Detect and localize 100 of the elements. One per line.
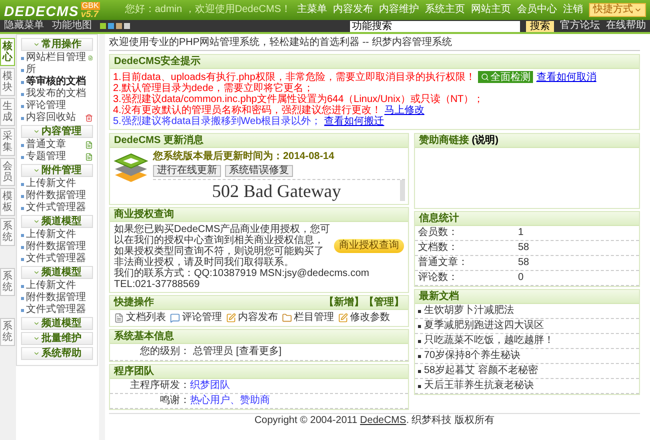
article-link[interactable]: 58岁起暮艾 容颜不老秘密	[424, 365, 538, 377]
hide-menu-button[interactable]: 隐藏菜单	[4, 20, 44, 32]
menu-item-label: 网站栏目管理	[26, 52, 86, 64]
menu-item[interactable]: 评论管理	[21, 100, 93, 112]
chevron-icon	[32, 128, 40, 135]
quick-action[interactable]: 栏目管理	[282, 312, 334, 324]
bullet-icon	[21, 182, 24, 186]
article-link[interactable]: 夏季减肥别跑进这四大误区	[424, 320, 544, 332]
field-label: 您的级别：	[140, 346, 190, 358]
menu-group-header[interactable]: 内容管理	[21, 125, 93, 138]
side-tab[interactable]: 生成	[0, 98, 15, 126]
help-link[interactable]: 马上修改	[384, 105, 424, 116]
menu-item-label: 上传新文件	[26, 178, 76, 190]
bullet-icon	[21, 56, 24, 60]
side-tab[interactable]: 模块	[0, 68, 15, 96]
greeting-text: 您好：admin ，欢迎使用DedeCMS！	[124, 4, 291, 16]
shortcut-dropdown[interactable]: 快捷方式	[589, 3, 646, 17]
stat-value: 0	[518, 272, 524, 284]
stat-value: 58	[518, 242, 530, 254]
document-icon	[85, 141, 93, 149]
bullet-icon	[418, 310, 421, 312]
update-button[interactable]: 系统错误修复	[225, 165, 293, 177]
menu-item[interactable]: 上传新文件	[21, 178, 93, 190]
article-link[interactable]: 只吃蔬菜不吃饭，越吃越胖！	[424, 335, 554, 347]
panel-title: 快捷操作	[114, 296, 154, 308]
article-link[interactable]: 70岁保持8个养生秘诀	[424, 350, 521, 362]
edit-icon	[338, 313, 348, 323]
welcome-text: 欢迎使用专业的PHP网站管理系统，轻松建站的首选利器 -- 织梦内容管理系统	[109, 37, 640, 51]
menu-group-header[interactable]: 批量维护	[21, 332, 93, 345]
search-button[interactable]: 搜索	[526, 20, 554, 32]
menu-group-header[interactable]: 常用操作	[21, 38, 93, 51]
menu-item[interactable]: 所	[21, 64, 93, 76]
menu-item[interactable]: 专题管理	[21, 151, 93, 163]
scan-button[interactable]: 全面检测	[478, 71, 534, 83]
quick-action[interactable]: 评论管理	[170, 312, 222, 324]
panel-title: 信息统计	[419, 212, 459, 224]
panel-action-link[interactable]: 【新增】	[324, 296, 364, 308]
license-query-button[interactable]: 商业授权查询	[334, 239, 404, 253]
search-icon	[481, 73, 490, 81]
menu-item[interactable]: 等审核的文档	[21, 76, 93, 88]
bullet-icon	[21, 234, 24, 236]
quick-action[interactable]: 内容发布	[226, 312, 278, 324]
update-date: 您系统版本最后更新时间为：2014-08-14	[153, 151, 336, 163]
menu-item[interactable]: 附件数据管理	[21, 292, 93, 304]
function-map-button[interactable]: 功能地图	[52, 20, 92, 32]
menu-group-header[interactable]: 附件管理	[21, 164, 93, 177]
menu-item-label: 上传新文件	[26, 280, 76, 292]
menu-item[interactable]: 内容回收站	[21, 112, 93, 124]
menu-item[interactable]: 附件数据管理	[21, 241, 93, 253]
help-link[interactable]: 查看如何搬迁	[324, 116, 384, 127]
menu-item[interactable]: 网站栏目管理	[21, 52, 93, 64]
update-button[interactable]: 进行在线更新	[153, 165, 221, 177]
side-tab[interactable]: 核心	[0, 38, 15, 66]
menu-item[interactable]: 文件式管理器	[21, 202, 93, 214]
side-tab[interactable]: 系统	[0, 318, 15, 346]
security-warning: 3.强烈建议data/common.inc.php文件属性设置为644（Linux/Unix）或只读（NT）；	[113, 94, 484, 105]
menu-item-label: 普通文章	[26, 139, 66, 150]
menu-item[interactable]: 上传新文件	[21, 229, 93, 241]
search-field[interactable]: 功能搜索	[350, 20, 520, 32]
menu-item[interactable]: 文件式管理器	[21, 304, 93, 316]
more-link[interactable]: [查看更多]	[236, 346, 282, 358]
trash-icon	[85, 114, 93, 122]
team-link[interactable]: 热心用户、赞助商	[190, 395, 270, 407]
side-tab[interactable]: 模板	[0, 188, 15, 216]
header-link[interactable]: 官方论坛	[560, 20, 600, 32]
bullet-icon	[21, 144, 24, 146]
menu-group-header[interactable]: 频道模型	[21, 215, 93, 228]
menu-item[interactable]: 普通文章	[21, 139, 93, 151]
scrollbar	[400, 180, 405, 201]
menu-group-header[interactable]: 频道模型	[21, 266, 93, 279]
chevron-icon	[32, 41, 40, 48]
menu-item[interactable]: 文件式管理器	[21, 253, 93, 265]
team-link[interactable]: 织梦团队	[190, 380, 230, 392]
menu-item[interactable]: 附件数据管理	[21, 190, 93, 202]
header-link[interactable]: 在线帮助	[606, 20, 646, 32]
theme-swatches-icon[interactable]	[100, 23, 130, 29]
error-text: 502 Bad Gateway	[211, 180, 342, 200]
panel-action-link[interactable]: 【管理】	[364, 296, 404, 308]
article-link[interactable]: 生饮胡萝卜汁减肥法	[424, 305, 514, 317]
bullet-icon	[418, 340, 421, 342]
bullet-icon	[21, 284, 24, 288]
quick-action[interactable]: 文档列表	[114, 312, 166, 324]
side-tab[interactable]: 采集	[0, 128, 15, 156]
bullet-icon	[418, 384, 421, 388]
bullet-icon	[21, 296, 24, 300]
help-link[interactable]: 查看如何取消	[536, 72, 596, 82]
menu-group-header[interactable]: 系统帮助	[21, 347, 93, 360]
menu-group-header[interactable]: 频道模型	[21, 317, 93, 330]
stat-label: 普通文章：	[418, 257, 469, 269]
menu-item[interactable]: 上传新文件	[21, 280, 93, 292]
field-value: 总管理员	[193, 346, 233, 358]
side-tab[interactable]: 系统	[0, 268, 15, 296]
article-link[interactable]: 天后王菲养生抗衰老秘诀	[424, 380, 534, 392]
menu-item[interactable]: 我发布的文档	[21, 88, 93, 100]
quick-action[interactable]: 修改参数	[338, 312, 390, 324]
side-tab[interactable]: 系统	[0, 218, 15, 246]
menu-item-label: 附件数据管理	[26, 292, 86, 304]
footer-link[interactable]: DedeCMS	[360, 415, 406, 426]
stat-label: 评论数：	[418, 272, 459, 284]
side-tab[interactable]: 会员	[0, 158, 15, 186]
